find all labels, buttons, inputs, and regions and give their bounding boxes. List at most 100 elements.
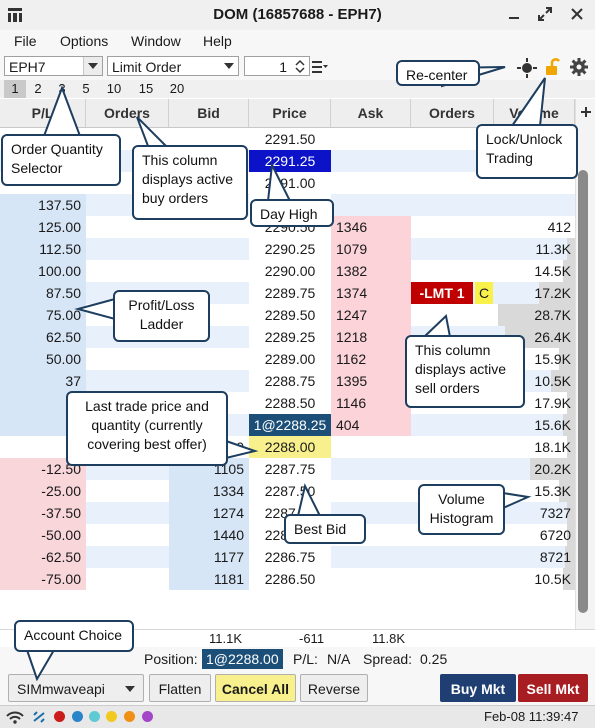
flatten-button[interactable]: Flatten <box>149 674 211 702</box>
column-ask-orders[interactable]: Orders <box>411 99 494 127</box>
reverse-button[interactable]: Reverse <box>300 674 368 702</box>
bid-orders-cell[interactable] <box>86 480 169 502</box>
qty-option-2[interactable]: 2 <box>27 80 49 98</box>
column-bid-orders[interactable]: Orders <box>86 99 169 127</box>
menu-options[interactable]: Options <box>60 33 108 49</box>
qty-option-15[interactable]: 15 <box>135 80 157 98</box>
chevron-down-icon[interactable] <box>83 57 102 75</box>
bid-orders-cell[interactable] <box>86 502 169 524</box>
column-pnl[interactable]: P/L <box>0 99 86 127</box>
ask-orders-cell[interactable] <box>411 458 494 480</box>
ask-orders-cell[interactable] <box>411 194 494 216</box>
ask-size-cell[interactable]: 404 <box>331 414 411 436</box>
ladder-row: 112.50 2290.25 1079 11.3K <box>0 238 575 260</box>
ask-size-cell[interactable]: 1162 <box>331 348 411 370</box>
qty-option-1[interactable]: 1 <box>4 80 26 98</box>
ask-size-cell[interactable]: 1146 <box>331 392 411 414</box>
bid-size-cell[interactable] <box>169 370 249 392</box>
ask-orders-cell[interactable] <box>411 216 494 238</box>
menu-file[interactable]: File <box>14 33 37 49</box>
cancel-all-button[interactable]: Cancel All <box>215 674 296 702</box>
lock-icon[interactable] <box>544 57 561 77</box>
bid-size-cell[interactable]: 1177 <box>169 546 249 568</box>
link-yellow-icon[interactable] <box>106 711 117 722</box>
link-orange-icon[interactable] <box>124 711 135 722</box>
column-bid[interactable]: Bid <box>169 99 249 127</box>
ask-size-cell[interactable] <box>331 458 411 480</box>
ask-size-cell[interactable]: 1218 <box>331 326 411 348</box>
minimize-icon[interactable] <box>506 6 522 22</box>
instrument-select[interactable]: EPH7 <box>4 56 103 76</box>
ask-size-cell[interactable]: 1382 <box>331 260 411 282</box>
working-order-badge[interactable]: -LMT 1 <box>411 282 473 304</box>
ask-size-cell[interactable] <box>331 546 411 568</box>
qty-option-5[interactable]: 5 <box>75 80 97 98</box>
bid-orders-cell[interactable] <box>86 370 169 392</box>
column-ask[interactable]: Ask <box>331 99 411 127</box>
link-purple-icon[interactable] <box>142 711 153 722</box>
ask-size-cell[interactable] <box>331 172 411 194</box>
link-icon[interactable] <box>31 710 47 724</box>
recenter-icon[interactable] <box>517 58 537 78</box>
buy-market-button[interactable]: Buy Mkt <box>440 674 516 702</box>
bid-size-cell[interactable]: 1334 <box>169 480 249 502</box>
sell-market-button[interactable]: Sell Mkt <box>518 674 588 702</box>
ask-orders-cell[interactable] <box>411 304 494 326</box>
bid-orders-cell[interactable] <box>86 568 169 590</box>
menu-help[interactable]: Help <box>203 33 232 49</box>
ask-orders-cell[interactable] <box>411 568 494 590</box>
column-price[interactable]: Price <box>249 99 331 127</box>
bid-size-cell[interactable]: 1274 <box>169 502 249 524</box>
column-volume[interactable]: Volume <box>494 99 575 127</box>
ask-size-cell[interactable] <box>331 568 411 590</box>
ask-size-cell[interactable] <box>331 480 411 502</box>
ask-size-cell[interactable]: 1374 <box>331 282 411 304</box>
link-red-icon[interactable] <box>54 711 65 722</box>
cancel-order-flag[interactable]: C <box>475 282 493 304</box>
add-column-icon[interactable] <box>580 105 592 117</box>
close-icon[interactable] <box>569 6 585 22</box>
list-menu-icon[interactable] <box>312 60 328 74</box>
bid-size-cell[interactable] <box>169 260 249 282</box>
bid-orders-cell[interactable] <box>86 348 169 370</box>
qty-option-20[interactable]: 20 <box>166 80 188 98</box>
bid-orders-cell[interactable] <box>86 238 169 260</box>
bid-orders-cell[interactable] <box>86 260 169 282</box>
ask-orders-cell[interactable] <box>411 414 494 436</box>
quantity-stepper[interactable]: 1 <box>244 56 310 76</box>
chevron-down-icon[interactable] <box>220 57 238 75</box>
stepper-arrows-icon[interactable] <box>294 59 306 74</box>
order-type-select[interactable]: Limit Order <box>107 56 239 76</box>
gear-icon[interactable] <box>570 58 588 76</box>
ask-orders-cell[interactable] <box>411 238 494 260</box>
qty-option-3[interactable]: 3 <box>51 80 73 98</box>
ask-size-cell[interactable] <box>331 150 411 172</box>
ask-orders-cell[interactable] <box>411 436 494 458</box>
ask-size-cell[interactable] <box>331 436 411 458</box>
bid-orders-cell[interactable] <box>86 524 169 546</box>
ask-size-cell[interactable] <box>331 194 411 216</box>
ask-orders-cell[interactable] <box>411 260 494 282</box>
account-select[interactable]: SIMmwaveapi <box>8 674 144 702</box>
maximize-icon[interactable] <box>537 6 553 22</box>
ask-size-cell[interactable]: 1346 <box>331 216 411 238</box>
ask-size-cell[interactable]: 1395 <box>331 370 411 392</box>
ask-orders-cell[interactable]: -LMT 1C <box>411 282 494 304</box>
bid-size-cell[interactable] <box>169 348 249 370</box>
ask-orders-cell[interactable] <box>411 546 494 568</box>
link-green-icon[interactable] <box>89 711 100 722</box>
order-quantity-selector: 1 2 3 5 10 15 20 <box>0 80 595 98</box>
link-blue-icon[interactable] <box>72 711 83 722</box>
bid-orders-cell[interactable] <box>86 546 169 568</box>
ask-size-cell[interactable]: 1247 <box>331 304 411 326</box>
callout-order-quantity: Order Quantity Selector <box>1 134 121 186</box>
bid-size-cell[interactable] <box>169 238 249 260</box>
scrollbar-thumb[interactable] <box>578 170 588 613</box>
ask-size-cell[interactable] <box>331 128 411 150</box>
menu-window[interactable]: Window <box>131 33 181 49</box>
qty-option-10[interactable]: 10 <box>103 80 125 98</box>
bid-size-cell[interactable]: 1440 <box>169 524 249 546</box>
chevron-down-icon[interactable] <box>125 686 135 692</box>
ask-size-cell[interactable]: 1079 <box>331 238 411 260</box>
bid-size-cell[interactable]: 1181 <box>169 568 249 590</box>
